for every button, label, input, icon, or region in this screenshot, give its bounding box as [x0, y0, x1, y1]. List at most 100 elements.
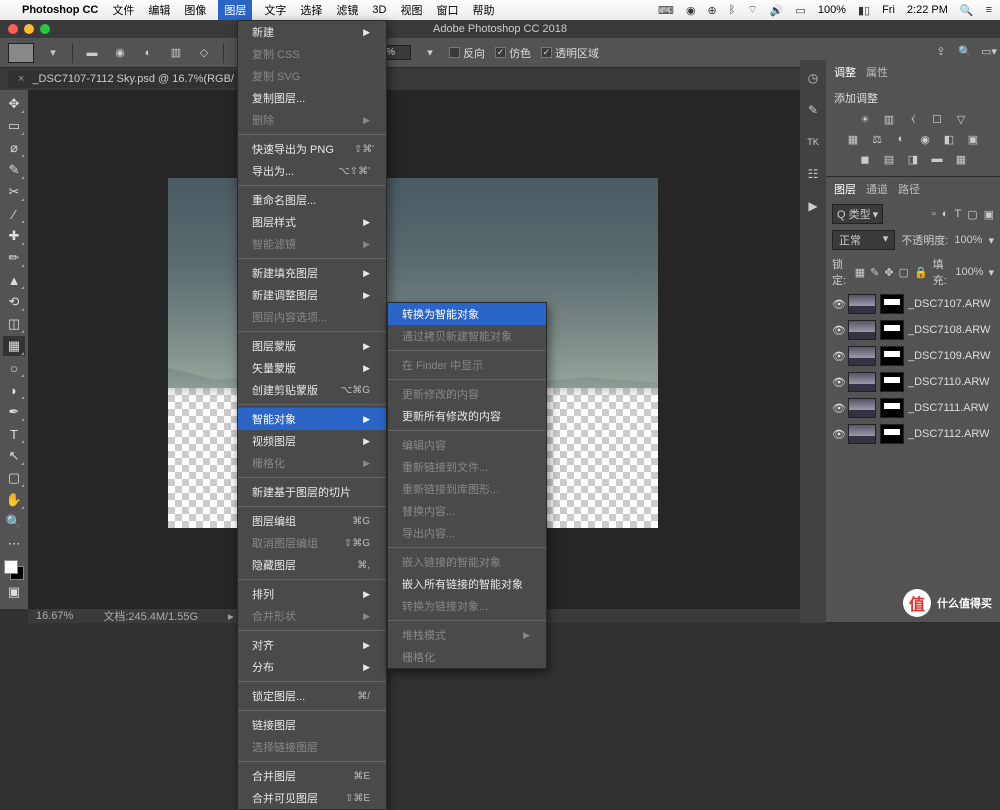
threshold-icon[interactable]: ◨: [905, 152, 921, 166]
visibility-icon[interactable]: 👁: [832, 376, 844, 389]
filter-smart-icon[interactable]: ▣: [984, 208, 994, 221]
layer-filter-select[interactable]: Q 类型▾: [832, 204, 883, 224]
marquee-tool[interactable]: ▭: [3, 116, 25, 136]
blur-tool[interactable]: ○: [3, 358, 25, 378]
eyedropper-tool[interactable]: ∕: [3, 204, 25, 224]
visibility-icon[interactable]: 👁: [832, 428, 844, 441]
menu-item[interactable]: 新建调整图层▶: [238, 284, 386, 306]
path-select-tool[interactable]: ↖: [3, 446, 25, 466]
gradient-map-icon[interactable]: ▬: [929, 152, 945, 166]
menu-layer[interactable]: 图层: [218, 0, 252, 20]
menu-item[interactable]: 矢量蒙版▶: [238, 357, 386, 379]
zoom-tool[interactable]: 🔍: [3, 512, 25, 532]
filter-shape-icon[interactable]: ▢: [967, 208, 977, 221]
menu-filter[interactable]: 滤镜: [336, 2, 358, 18]
volume-icon[interactable]: 🔊: [770, 4, 784, 17]
pen-tool[interactable]: ✒: [3, 402, 25, 422]
channel-mixer-icon[interactable]: ◧: [941, 132, 957, 146]
layer-row[interactable]: 👁_DSC7107.ARW: [826, 291, 1000, 317]
filter-adjust-icon[interactable]: ◐: [942, 208, 949, 221]
siri-icon[interactable]: ◉: [686, 4, 696, 17]
menu-item[interactable]: 图层蒙版▶: [238, 335, 386, 357]
move-tool[interactable]: ✥: [3, 94, 25, 114]
gradient-tool[interactable]: ▦: [3, 336, 25, 356]
menu-select[interactable]: 选择: [300, 2, 322, 18]
photo-filter-icon[interactable]: ◉: [917, 132, 933, 146]
lock-artboard-icon[interactable]: ▢: [899, 266, 909, 279]
menu-window[interactable]: 窗口: [436, 2, 458, 18]
type-tool[interactable]: T: [3, 424, 25, 444]
battery-icon[interactable]: ▮▯: [858, 4, 870, 17]
shape-tool[interactable]: ▢: [3, 468, 25, 488]
menu-item[interactable]: 对齐▶: [238, 634, 386, 656]
menu-help[interactable]: 帮助: [472, 2, 494, 18]
transparency-checkbox[interactable]: ✓透明区域: [541, 45, 599, 61]
menu-view[interactable]: 视图: [400, 2, 422, 18]
lock-position-icon[interactable]: ✥: [884, 266, 893, 279]
chevron-down-icon[interactable]: ▾: [44, 44, 62, 62]
invert-icon[interactable]: ◼: [857, 152, 873, 166]
layer-row[interactable]: 👁_DSC7112.ARW: [826, 421, 1000, 447]
linear-gradient-icon[interactable]: ▬: [83, 44, 101, 62]
spotlight-icon[interactable]: 🔍: [960, 4, 974, 17]
share-icon[interactable]: ⇪: [932, 42, 950, 60]
lock-all-icon[interactable]: 🔒: [914, 266, 928, 279]
menu-item[interactable]: 隐藏图层⌘,: [238, 554, 386, 576]
chevron-down-icon[interactable]: ▾: [421, 44, 439, 62]
layer-row[interactable]: 👁_DSC7111.ARW: [826, 395, 1000, 421]
menu-item[interactable]: 新建▶: [238, 21, 386, 43]
wifi-icon[interactable]: ⌔: [747, 3, 757, 17]
curves-icon[interactable]: ⧼: [905, 112, 921, 126]
visibility-icon[interactable]: 👁: [832, 402, 844, 415]
lasso-tool[interactable]: ⌀: [3, 138, 25, 158]
color-swatches[interactable]: [4, 560, 24, 580]
chevron-right-icon[interactable]: ▸: [228, 610, 234, 623]
history-icon[interactable]: ◷: [803, 68, 823, 88]
menu-item[interactable]: 智能对象▶: [238, 408, 386, 430]
dither-checkbox[interactable]: ✓仿色: [495, 45, 531, 61]
tk-icon[interactable]: TK: [803, 132, 823, 152]
traffic-lights[interactable]: [8, 24, 50, 34]
menu-item[interactable]: 图层样式▶: [238, 211, 386, 233]
eraser-tool[interactable]: ◫: [3, 314, 25, 334]
panel-icon[interactable]: ☷: [803, 164, 823, 184]
visibility-icon[interactable]: 👁: [832, 350, 844, 363]
app-name[interactable]: Photoshop CC: [22, 4, 98, 16]
menu-item[interactable]: 分布▶: [238, 656, 386, 678]
layer-row[interactable]: 👁_DSC7110.ARW: [826, 369, 1000, 395]
brush-tool[interactable]: ✏: [3, 248, 25, 268]
edit-toolbar[interactable]: ⋯: [3, 534, 25, 554]
selective-color-icon[interactable]: ▦: [953, 152, 969, 166]
menu-file[interactable]: 文件: [112, 2, 134, 18]
channels-tab[interactable]: 通道: [866, 181, 888, 197]
quick-select-tool[interactable]: ✎: [3, 160, 25, 180]
menu-type[interactable]: 文字: [264, 2, 286, 18]
angle-gradient-icon[interactable]: ◐: [139, 44, 157, 62]
workspace-icon[interactable]: ▭▾: [980, 42, 998, 60]
blend-mode-select[interactable]: 正常 ▾: [832, 230, 895, 250]
lock-transparent-icon[interactable]: ▦: [855, 266, 865, 279]
menu-item[interactable]: 嵌入所有链接的智能对象: [388, 573, 546, 595]
play-icon[interactable]: ▶: [803, 196, 823, 216]
zoom-level[interactable]: 16.67%: [36, 610, 73, 622]
flag-icon[interactable]: ▭: [795, 4, 805, 17]
radial-gradient-icon[interactable]: ◉: [111, 44, 129, 62]
filter-type-icon[interactable]: T: [954, 208, 961, 221]
menu-3d[interactable]: 3D: [372, 4, 386, 16]
gradient-preview[interactable]: [8, 43, 34, 63]
reverse-checkbox[interactable]: 反向: [449, 45, 485, 61]
menu-item[interactable]: 创建剪贴蒙版⌥⌘G: [238, 379, 386, 401]
menu-item[interactable]: 快速导出为 PNG⇧⌘': [238, 138, 386, 160]
bluetooth-icon[interactable]: ᛒ: [729, 4, 736, 16]
brush-settings-icon[interactable]: ✎: [803, 100, 823, 120]
menu-icon[interactable]: ≡: [986, 4, 992, 16]
close-tab-icon[interactable]: ×: [18, 73, 24, 85]
menu-item[interactable]: 链接图层: [238, 714, 386, 736]
hue-icon[interactable]: ▦: [845, 132, 861, 146]
menu-item[interactable]: 锁定图层...⌘/: [238, 685, 386, 707]
balance-icon[interactable]: ⚖: [869, 132, 885, 146]
filter-pixel-icon[interactable]: ▫: [932, 208, 936, 221]
document-tab[interactable]: × _DSC7107-7112 Sky.psd @ 16.7%(RGB/: [8, 70, 248, 88]
menu-item[interactable]: 合并可见图层⇧⌘E: [238, 787, 386, 809]
menu-item[interactable]: 新建基于图层的切片: [238, 481, 386, 503]
